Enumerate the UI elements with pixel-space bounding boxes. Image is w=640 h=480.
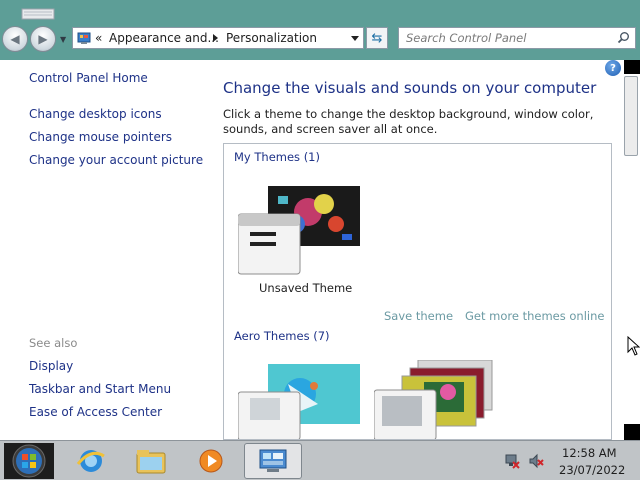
- taskbar: [0, 440, 640, 480]
- save-theme-link[interactable]: Save theme: [384, 309, 453, 323]
- start-button[interactable]: [4, 443, 54, 479]
- refresh-button[interactable]: ⇆: [366, 27, 388, 49]
- ease-of-access-link[interactable]: Ease of Access Center: [29, 405, 162, 419]
- taskbar-start-menu-link[interactable]: Taskbar and Start Menu: [29, 382, 171, 396]
- clock-time[interactable]: 12:58 AM: [562, 446, 617, 460]
- get-more-themes-link[interactable]: Get more themes online: [465, 309, 604, 323]
- network-disconnected-icon[interactable]: [504, 453, 520, 469]
- control-panel-icon: [259, 449, 287, 472]
- unsaved-theme-thumbnail[interactable]: [238, 184, 362, 276]
- change-desktop-icons-link[interactable]: Change desktop icons: [29, 107, 162, 121]
- internet-explorer-icon: [76, 450, 105, 472]
- unsaved-theme-label[interactable]: Unsaved Theme: [259, 281, 352, 295]
- scrollbar-thumb[interactable]: [624, 76, 638, 156]
- mouse-cursor-icon: [627, 336, 640, 356]
- aero-theme-thumbnail[interactable]: [238, 364, 362, 440]
- see-also-heading: See also: [29, 336, 78, 350]
- breadcrumb-appearance[interactable]: Appearance and...: [109, 31, 219, 45]
- scrollbar-bottom-edge: [624, 424, 640, 440]
- refresh-icon: ⇆: [371, 30, 383, 46]
- window-titlebar: ◀ ▶ ▼ « Appearance and... Personalizatio…: [0, 0, 640, 60]
- help-icon[interactable]: ?: [605, 60, 621, 76]
- navigation-bar: ◀ ▶ ▼ « Appearance and... Personalizatio…: [0, 22, 640, 56]
- file-explorer-icon: [136, 450, 166, 474]
- change-account-picture-link[interactable]: Change your account picture: [29, 153, 203, 167]
- back-button[interactable]: ◀: [2, 26, 28, 52]
- forward-arrow-icon: ▶: [38, 32, 48, 46]
- aero-theme-thumbnail[interactable]: [374, 360, 498, 440]
- search-placeholder: Search Control Panel: [406, 31, 527, 45]
- forward-button[interactable]: ▶: [30, 26, 56, 52]
- scrollbar-top-edge: [624, 60, 640, 74]
- taskbar-file-explorer[interactable]: [122, 443, 180, 479]
- desktop-folder-icon: [21, 8, 55, 20]
- windows-orb-icon: [12, 444, 46, 478]
- breadcrumb-separator-icon[interactable]: [213, 34, 218, 42]
- taskbar-control-panel[interactable]: [244, 443, 302, 479]
- page-title: Change the visuals and sounds on your co…: [223, 79, 597, 97]
- volume-muted-icon[interactable]: [528, 453, 544, 469]
- clock-date[interactable]: 23/07/2022: [559, 463, 625, 477]
- taskbar-media-player[interactable]: [182, 443, 240, 479]
- theme-gallery[interactable]: My Themes (1) Unsaved Theme Save theme G…: [223, 143, 612, 440]
- page-description: Click a theme to change the desktop back…: [223, 107, 594, 136]
- address-dropdown-icon[interactable]: [351, 36, 359, 41]
- search-icon[interactable]: [617, 31, 630, 44]
- control-panel-icon: [77, 32, 91, 44]
- breadcrumb-overflow[interactable]: «: [95, 31, 102, 45]
- aero-themes-label: Aero Themes (7): [234, 329, 330, 343]
- change-mouse-pointers-link[interactable]: Change mouse pointers: [29, 130, 172, 144]
- breadcrumb-personalization[interactable]: Personalization: [226, 31, 317, 45]
- search-box[interactable]: Search Control Panel: [398, 27, 636, 49]
- control-panel-home-link[interactable]: Control Panel Home: [29, 71, 148, 85]
- taskbar-internet-explorer[interactable]: [62, 443, 120, 479]
- recent-pages-dropdown-icon[interactable]: ▼: [60, 35, 66, 44]
- display-link[interactable]: Display: [29, 359, 73, 373]
- media-player-icon: [199, 449, 223, 473]
- my-themes-label: My Themes (1): [234, 150, 320, 164]
- address-bar[interactable]: « Appearance and... Personalization: [72, 27, 364, 49]
- back-arrow-icon: ◀: [10, 32, 20, 46]
